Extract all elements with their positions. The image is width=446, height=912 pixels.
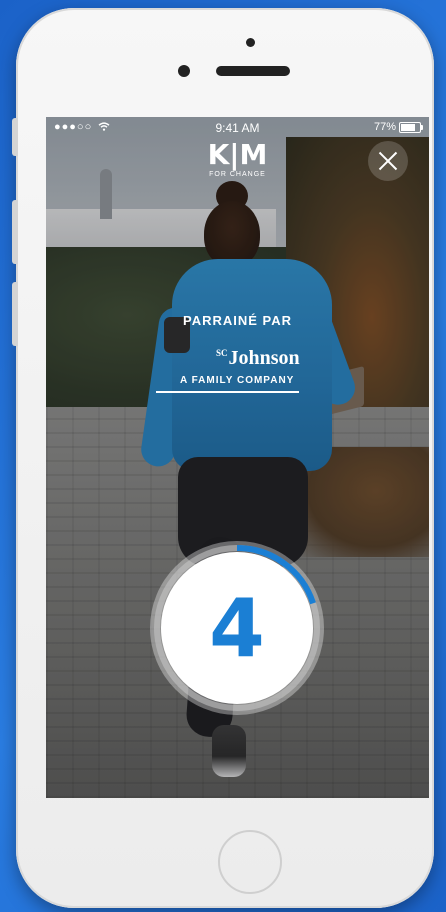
battery-status: 77%	[373, 121, 423, 133]
sponsor-label: PARRAINÉ PAR	[182, 313, 293, 328]
battery-fill	[401, 123, 415, 131]
battery-nub	[421, 124, 423, 130]
sponsor-logo: SCJohnson	[216, 347, 300, 370]
sponsor-tagline: A FAMILY COMPANY	[180, 375, 295, 386]
countdown-timer: 4	[148, 539, 326, 717]
status-bar: ●●●○○ 9:41 AM 77%	[46, 117, 429, 137]
battery-icon	[399, 121, 423, 133]
battery-percent: 77%	[373, 121, 396, 133]
status-time: 9:41 AM	[215, 121, 260, 135]
sponsor-logo-sc: SC	[216, 348, 228, 359]
mute-switch[interactable]	[12, 118, 18, 156]
app-screen: ●●●○○ 9:41 AM 77% K|M FOR CHANGE PARRAIN…	[46, 117, 429, 798]
home-button[interactable]	[218, 830, 282, 894]
volume-down-button[interactable]	[12, 282, 18, 346]
close-button[interactable]	[368, 141, 408, 181]
sponsor-logo-name: Johnson	[228, 347, 300, 369]
front-camera	[246, 38, 255, 47]
sponsor-underline	[156, 391, 299, 393]
earpiece-speaker	[216, 66, 290, 76]
proximity-sensor	[178, 65, 190, 77]
countdown-number: 4	[209, 581, 265, 675]
volume-up-button[interactable]	[12, 200, 18, 264]
